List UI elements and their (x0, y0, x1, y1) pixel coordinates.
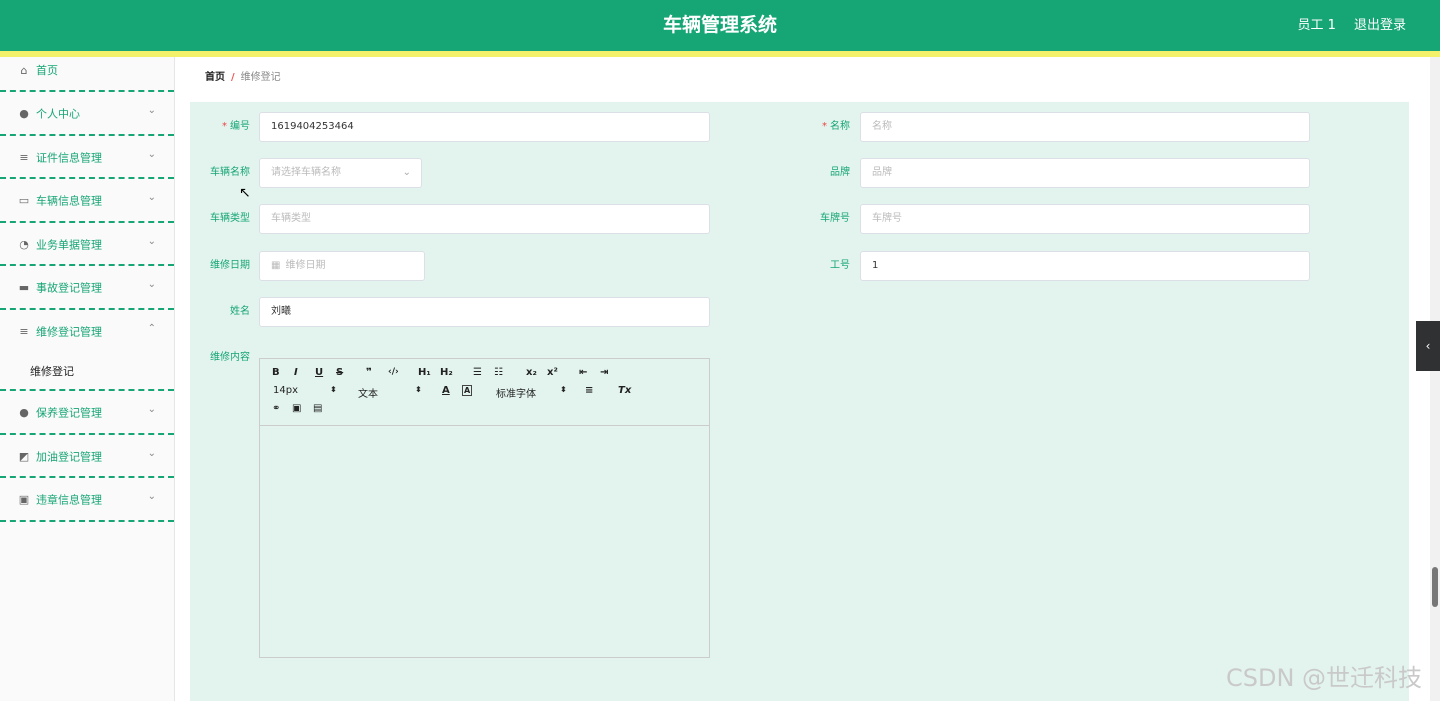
person-name-input[interactable]: 刘曦 (259, 297, 710, 327)
label-person-name: 姓名 (230, 306, 250, 317)
chevron-down-icon: ⌄ (147, 192, 156, 203)
sidebar-item-personal-center[interactable]: ● 个人中心 ⌄ (0, 92, 174, 136)
label-vehicle-name: 车辆名称 (210, 167, 250, 178)
list-icon: ≡ (19, 150, 29, 164)
background-color-icon[interactable]: A (462, 385, 473, 396)
label-employee-id: 工号 (830, 260, 850, 271)
page-scrollbar[interactable] (1430, 57, 1440, 701)
chevron-updown-icon[interactable]: ⬍ (415, 385, 422, 394)
chevron-down-icon: ⌄ (147, 279, 156, 290)
logout-link[interactable]: 退出登录 (1354, 18, 1406, 33)
label-brand: 品牌 (830, 167, 850, 178)
clipboard-icon: ▣ (18, 493, 30, 506)
sidebar-item-vehicle[interactable]: ▭ 车辆信息管理 ⌄ (0, 179, 174, 223)
label-vehicle-type: 车辆类型 (210, 213, 250, 224)
font-family-select[interactable]: 标准字体 (496, 385, 536, 400)
breadcrumb-separator: / (231, 72, 235, 83)
watermark: CSDN @世迁科技 (1226, 664, 1423, 692)
bullet-list-icon[interactable]: ☷ (494, 367, 503, 378)
header-user-area: 员工 1 退出登录 (1283, 0, 1406, 51)
video-icon[interactable]: ▤ (313, 403, 322, 414)
repair-content-editor: B I U S ❞ ‹/› H₁ H₂ ☰ ☷ x₂ x² ⇤ ⇥ 14px ⬍… (259, 358, 710, 658)
editor-toolbar: B I U S ❞ ‹/› H₁ H₂ ☰ ☷ x₂ x² ⇤ ⇥ 14px ⬍… (260, 359, 709, 426)
label-repair-content: 维修内容 (210, 352, 250, 363)
clear-format-icon[interactable]: Tx (618, 385, 631, 396)
strike-button[interactable]: S (336, 367, 343, 378)
employee-id-input[interactable]: 1 (860, 251, 1310, 281)
number-input[interactable]: 1619404253464 (259, 112, 710, 142)
user-icon: ● (19, 107, 29, 120)
underline-button[interactable]: U (315, 367, 323, 378)
vehicle-type-input[interactable]: 车辆类型 (259, 204, 710, 234)
sidebar-subitem-repair-register[interactable]: 维修登记 (0, 353, 174, 391)
code-icon[interactable]: ‹/› (388, 367, 399, 377)
heading2-button[interactable]: H₂ (440, 367, 453, 378)
breadcrumb-home[interactable]: 首页 (205, 72, 225, 83)
italic-button[interactable]: I (294, 367, 298, 378)
format-select[interactable]: 文本 (358, 385, 378, 400)
plate-number-input[interactable]: 车牌号 (860, 204, 1310, 234)
sidebar-item-certificate[interactable]: ≡ 证件信息管理 ⌄ (0, 136, 174, 179)
sidebar-item-maintenance[interactable]: ● 保养登记管理 ⌄ (0, 391, 174, 435)
image-icon[interactable]: ▣ (292, 403, 301, 414)
sidebar-item-accident[interactable]: ▬ 事故登记管理 ⌄ (0, 266, 174, 310)
user-name[interactable]: 员工 1 (1297, 18, 1335, 33)
quote-icon[interactable]: ❞ (366, 367, 372, 378)
collapse-panel-button[interactable]: ‹ (1416, 321, 1440, 371)
label-name: * 名称 (822, 121, 850, 132)
chevron-down-icon: ⌄ (147, 235, 156, 247)
list-icon: ≡ (19, 324, 29, 338)
bold-button[interactable]: B (272, 367, 280, 378)
label-repair-date: 维修日期 (210, 260, 250, 271)
ordered-list-icon[interactable]: ☰ (473, 367, 482, 378)
gauge-icon: ◔ (19, 237, 29, 251)
home-icon: ⌂ (20, 64, 28, 77)
breadcrumb-current: 维修登记 (240, 72, 281, 83)
chevron-down-icon: ⌄ (147, 105, 156, 116)
chevron-down-icon: ⌄ (147, 148, 156, 160)
mouse-cursor-icon: ↖ (239, 185, 251, 201)
chevron-left-icon: ‹ (1425, 339, 1431, 353)
scroll-thumb[interactable] (1432, 567, 1438, 607)
chevron-down-icon: ⌄ (147, 491, 156, 502)
chevron-up-icon: ⌃ (147, 322, 156, 334)
chat-icon: ▭ (18, 194, 30, 207)
repair-date-picker[interactable]: ▦ 维修日期 (259, 251, 425, 281)
heading1-button[interactable]: H₁ (418, 367, 431, 378)
user-icon: ● (19, 406, 29, 419)
repair-form: * 编号 1619404253464 * 名称 名称 车辆名称 请选择车辆名称 ⌄ 品… (190, 102, 1409, 701)
align-icon[interactable]: ≡ (585, 385, 593, 396)
app-title: 车辆管理系统 (662, 14, 777, 36)
calendar-icon: ▦ (271, 260, 281, 271)
vehicle-name-select[interactable]: 请选择车辆名称 ⌄ (259, 158, 422, 188)
sidebar: ⌂ 首页 ● 个人中心 ⌄ ≡ 证件信息管理 ⌄ ▭ 车辆信息管理 ⌄ ◔ 业务单据管理 ⌄ ▬ 事… (0, 57, 175, 701)
indent-decrease-icon[interactable]: ⇤ (579, 367, 587, 378)
indent-increase-icon[interactable]: ⇥ (600, 367, 608, 378)
breadcrumb: 首页 / 维修登记 (190, 59, 1409, 96)
name-input[interactable]: 名称 (860, 112, 1310, 142)
chart-icon: ◩ (18, 449, 30, 463)
label-number: * 编号 (222, 121, 250, 132)
font-color-icon[interactable]: A (442, 385, 450, 396)
sidebar-item-business-docs[interactable]: ◔ 业务单据管理 ⌄ (0, 223, 174, 266)
sidebar-item-violation[interactable]: ▣ 违章信息管理 ⌄ (0, 478, 174, 522)
label-plate-number: 车牌号 (820, 213, 850, 224)
chevron-down-icon: ⌄ (402, 167, 411, 178)
brand-input[interactable]: 品牌 (860, 158, 1310, 188)
link-icon[interactable]: ⚭ (272, 403, 280, 414)
sidebar-item-refuel[interactable]: ◩ 加油登记管理 ⌄ (0, 435, 174, 478)
chevron-down-icon: ⌄ (147, 404, 156, 415)
main-content: 首页 / 维修登记 * 编号 1619404253464 * 名称 名称 车辆名称 请选… (190, 57, 1409, 701)
editor-content-area[interactable] (260, 426, 709, 658)
chevron-updown-icon[interactable]: ⬍ (560, 385, 567, 394)
font-size-select[interactable]: 14px (273, 385, 298, 396)
sidebar-item-home[interactable]: ⌂ 首页 (0, 57, 174, 92)
superscript-button[interactable]: x² (547, 367, 558, 378)
message-icon: ▬ (18, 281, 30, 294)
subscript-button[interactable]: x₂ (526, 367, 537, 378)
chevron-down-icon: ⌄ (147, 447, 156, 459)
sidebar-item-repair[interactable]: ≡ 维修登记管理 ⌃ (0, 310, 174, 354)
chevron-updown-icon[interactable]: ⬍ (330, 385, 337, 394)
